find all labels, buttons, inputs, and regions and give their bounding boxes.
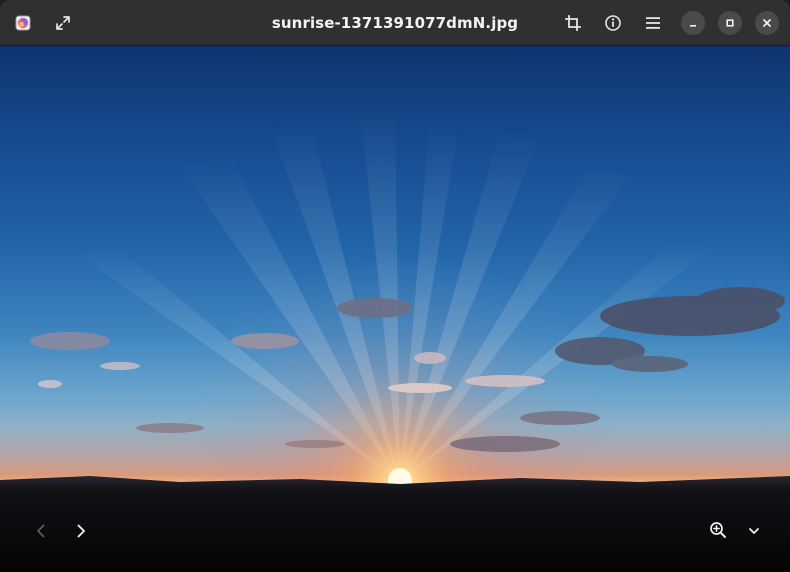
properties-button[interactable] — [597, 7, 629, 39]
maximize-icon — [726, 19, 734, 27]
close-button[interactable] — [755, 11, 779, 35]
chevron-down-icon — [749, 528, 759, 534]
image-viewer-app-icon — [15, 15, 31, 31]
zoom-menu-button[interactable] — [736, 513, 772, 549]
horizon-ground — [0, 476, 790, 572]
zoom-in-icon — [710, 522, 726, 538]
image-viewer-window: sunrise-1371391077dmN.jpg — [0, 0, 790, 572]
maximize-button[interactable] — [718, 11, 742, 35]
fullscreen-icon — [56, 16, 70, 30]
main-menu-button[interactable] — [637, 7, 669, 39]
window-title: sunrise-1371391077dmN.jpg — [271, 14, 519, 32]
crop-icon — [565, 15, 581, 31]
chevron-right-icon — [77, 524, 85, 538]
hamburger-menu-icon — [646, 17, 660, 29]
fullscreen-button[interactable] — [47, 7, 79, 39]
minimize-icon — [690, 25, 696, 27]
info-icon — [605, 15, 621, 31]
app-icon-button[interactable] — [7, 7, 39, 39]
image-canvas[interactable] — [0, 46, 790, 572]
next-image-button[interactable] — [63, 513, 99, 549]
crop-button[interactable] — [557, 7, 589, 39]
close-icon — [763, 19, 771, 27]
minimize-button[interactable] — [681, 11, 705, 35]
zoom-button[interactable] — [700, 512, 736, 548]
header-bar: sunrise-1371391077dmN.jpg — [0, 0, 790, 46]
chevron-left-icon — [37, 524, 45, 538]
sunrise-photo — [0, 46, 790, 572]
previous-image-button[interactable] — [23, 513, 59, 549]
